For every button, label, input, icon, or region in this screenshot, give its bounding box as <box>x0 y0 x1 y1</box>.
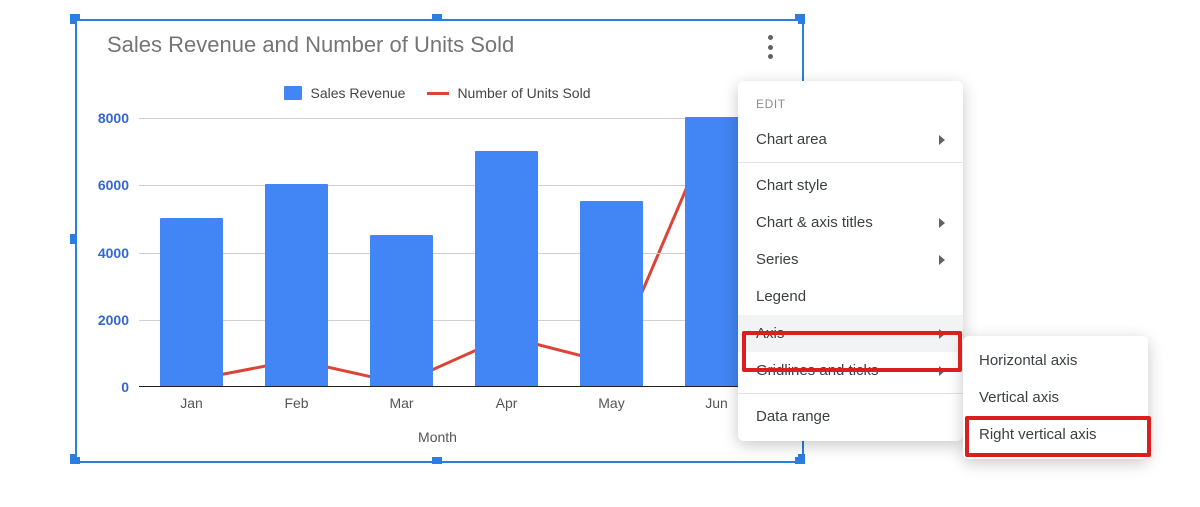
menu-separator <box>738 162 963 163</box>
y-tick-label: 6000 <box>98 177 129 193</box>
bar[interactable] <box>160 218 223 386</box>
chart-card[interactable]: Sales Revenue and Number of Units Sold S… <box>77 21 798 457</box>
menu-item-label: Axis <box>756 325 784 342</box>
menu-item-series[interactable]: Series <box>738 241 963 278</box>
gridline <box>139 320 769 321</box>
legend-line-icon <box>427 92 449 95</box>
menu-item-label: Series <box>756 251 799 268</box>
menu-separator <box>738 393 963 394</box>
bar[interactable] <box>475 151 538 386</box>
legend-swatch-icon <box>284 86 302 100</box>
submenu-arrow-icon <box>939 255 945 265</box>
chart-legend: Sales Revenue Number of Units Sold <box>77 85 798 101</box>
kebab-menu-icon[interactable] <box>760 32 780 62</box>
x-tick-label: Jan <box>180 395 203 411</box>
menu-item-label: Legend <box>756 288 806 305</box>
legend-item-sales[interactable]: Sales Revenue <box>284 85 405 101</box>
menu-item-label: Chart area <box>756 131 827 148</box>
menu-item-data-range[interactable]: Data range <box>738 398 963 435</box>
gridline <box>139 185 769 186</box>
menu-item-label: Horizontal axis <box>979 352 1077 369</box>
legend-item-units[interactable]: Number of Units Sold <box>427 85 590 101</box>
legend-label: Number of Units Sold <box>457 85 590 101</box>
bar[interactable] <box>580 201 643 386</box>
menu-item-chart-area[interactable]: Chart area <box>738 121 963 158</box>
menu-item-label: Right vertical axis <box>979 426 1097 443</box>
axis-submenu: Horizontal axis Vertical axis Right vert… <box>963 336 1148 459</box>
chart-context-menu: EDIT Chart area Chart style Chart & axis… <box>738 81 963 441</box>
menu-item-gridlines[interactable]: Gridlines and ticks <box>738 352 963 389</box>
menu-section-header: EDIT <box>738 91 963 121</box>
submenu-arrow-icon <box>939 329 945 339</box>
x-tick-label: Mar <box>389 395 413 411</box>
menu-item-label: Data range <box>756 408 830 425</box>
y-tick-label: 4000 <box>98 245 129 261</box>
x-axis-label: Month <box>77 429 798 445</box>
chart-plot-area[interactable]: 02000400060008000JanFebMarAprMayJun <box>139 118 769 387</box>
submenu-arrow-icon <box>939 218 945 228</box>
menu-item-label: Vertical axis <box>979 389 1059 406</box>
menu-item-chart-style[interactable]: Chart style <box>738 167 963 204</box>
menu-item-axis-titles[interactable]: Chart & axis titles <box>738 204 963 241</box>
menu-item-axis[interactable]: Axis <box>738 315 963 352</box>
y-tick-label: 0 <box>121 379 129 395</box>
gridline <box>139 118 769 119</box>
menu-item-label: Gridlines and ticks <box>756 362 879 379</box>
bar[interactable] <box>265 184 328 386</box>
gridline <box>139 253 769 254</box>
bar[interactable] <box>370 235 433 386</box>
menu-item-legend[interactable]: Legend <box>738 278 963 315</box>
y-tick-label: 2000 <box>98 312 129 328</box>
menu-item-label: Chart style <box>756 177 828 194</box>
submenu-arrow-icon <box>939 135 945 145</box>
x-tick-label: May <box>598 395 624 411</box>
submenu-item-vertical-axis[interactable]: Vertical axis <box>963 379 1148 416</box>
x-tick-label: Apr <box>496 395 518 411</box>
submenu-item-right-vertical-axis[interactable]: Right vertical axis <box>963 416 1148 453</box>
legend-label: Sales Revenue <box>310 85 405 101</box>
x-tick-label: Feb <box>284 395 308 411</box>
chart-title: Sales Revenue and Number of Units Sold <box>107 32 514 58</box>
menu-item-label: Chart & axis titles <box>756 214 873 231</box>
x-tick-label: Jun <box>705 395 728 411</box>
submenu-item-horizontal-axis[interactable]: Horizontal axis <box>963 342 1148 379</box>
y-tick-label: 8000 <box>98 110 129 126</box>
submenu-arrow-icon <box>939 366 945 376</box>
